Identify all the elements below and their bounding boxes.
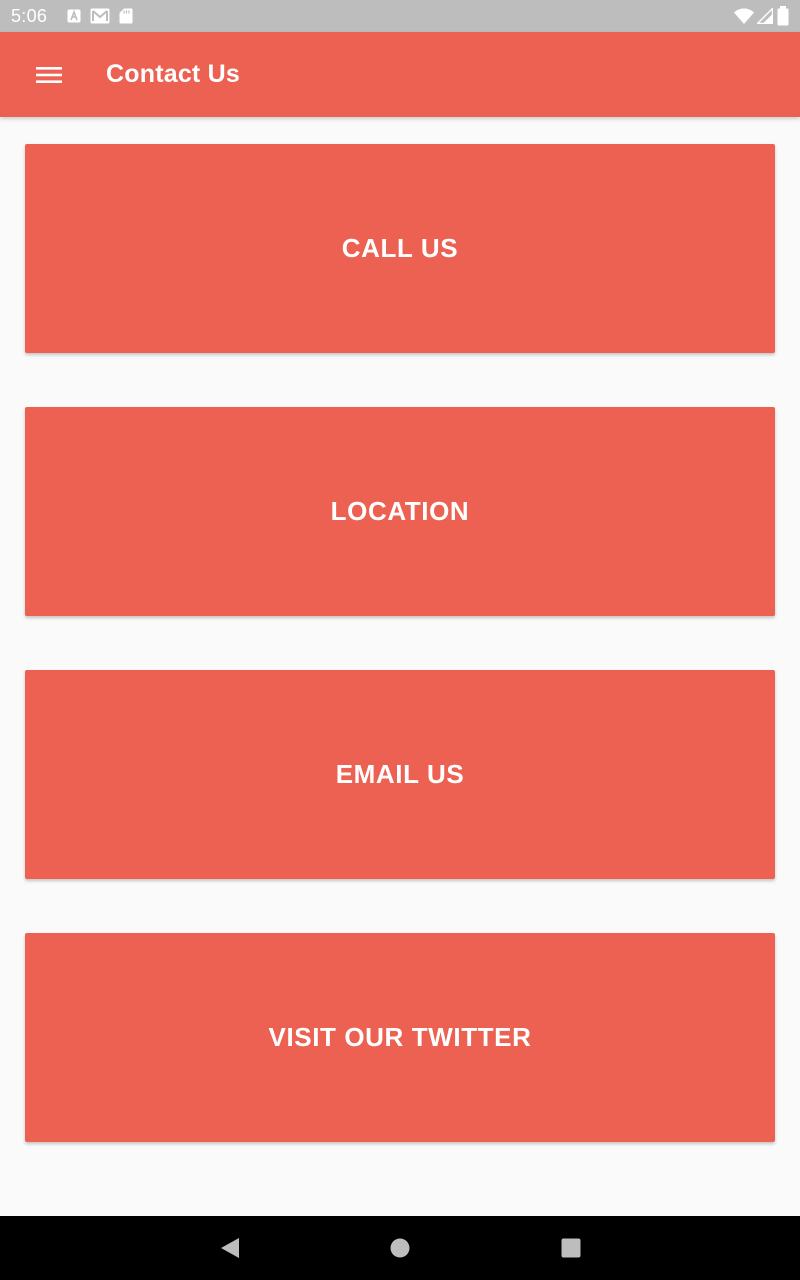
home-button[interactable]: [380, 1228, 420, 1268]
contact-options: CALL US LOCATION EMAIL US VISIT OUR TWIT…: [0, 117, 800, 1216]
back-icon: [221, 1238, 239, 1258]
a-notification-icon: [67, 9, 81, 23]
page-title: Contact Us: [106, 60, 240, 88]
email-us-label: EMAIL US: [335, 759, 465, 789]
visit-twitter-label: VISIT OUR TWITTER: [268, 1022, 532, 1052]
navigation-bar: [0, 1216, 800, 1280]
call-us-label: CALL US: [341, 233, 459, 263]
home-icon: [390, 1238, 410, 1258]
gmail-icon: [90, 8, 110, 24]
status-time: 5:06: [11, 5, 48, 26]
status-right: [731, 6, 790, 26]
app-bar: Contact Us: [0, 32, 800, 117]
cell-signal-icon: [757, 8, 773, 24]
menu-button[interactable]: [23, 49, 75, 101]
location-label: LOCATION: [330, 496, 470, 526]
back-button[interactable]: [210, 1228, 250, 1268]
status-left: 5:06: [11, 6, 142, 27]
visit-twitter-button[interactable]: VISIT OUR TWITTER: [25, 933, 775, 1142]
sd-card-icon: [119, 8, 133, 24]
status-bar: 5:06: [0, 0, 800, 32]
recents-icon: [561, 1238, 581, 1258]
email-us-button[interactable]: EMAIL US: [25, 670, 775, 879]
recents-button[interactable]: [551, 1228, 591, 1268]
battery-icon: [777, 6, 789, 26]
location-button[interactable]: LOCATION: [25, 407, 775, 616]
call-us-button[interactable]: CALL US: [25, 144, 775, 353]
hamburger-menu-icon: [36, 66, 62, 83]
wifi-icon: [734, 8, 754, 24]
